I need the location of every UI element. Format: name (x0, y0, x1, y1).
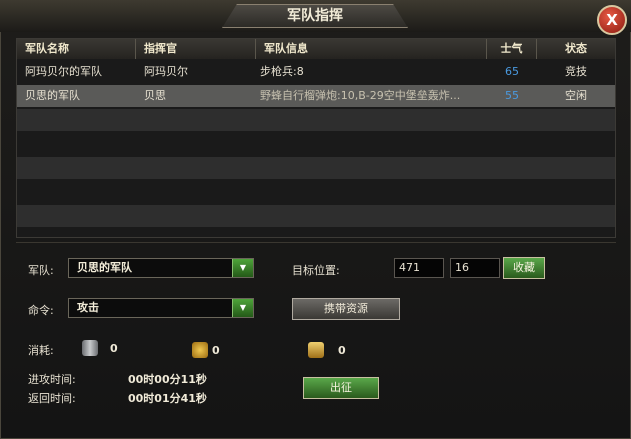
cost-2-value: 0 (212, 344, 220, 357)
oil-barrel-icon (82, 340, 98, 356)
coin-stack-icon (308, 342, 324, 358)
carry-resources-button[interactable]: 携带资源 (292, 298, 400, 320)
column-header-army-info: 军队信息 (256, 39, 487, 59)
army-select-value: 贝思的军队 (77, 261, 132, 274)
column-header-commander: 指挥官 (136, 39, 256, 59)
army-info-cell: 野蜂自行榴弹炮:10,B-29空中堡垒轰炸... (260, 89, 461, 102)
morale-cell: 55 (505, 89, 519, 102)
status-cell: 空闲 (565, 89, 587, 102)
return-time-value: 00时01分41秒 (128, 392, 207, 405)
morale-cell: 65 (505, 65, 519, 78)
army-name-cell: 贝思的军队 (25, 89, 80, 102)
divider (16, 242, 616, 243)
target-y-input[interactable]: 16 (450, 258, 500, 278)
window-title: 军队指挥 (222, 4, 408, 28)
cost-label: 消耗: (28, 344, 54, 357)
close-button[interactable]: X (597, 5, 627, 35)
army-info-cell: 步枪兵:8 (260, 65, 304, 78)
attack-time-label: 进攻时间: (28, 373, 76, 386)
army-label: 军队: (28, 264, 54, 277)
empty-row (17, 109, 615, 131)
army-name-cell: 阿玛贝尔的军队 (25, 65, 102, 78)
dropdown-arrow-icon[interactable]: ▼ (232, 259, 253, 277)
column-header-status: 状态 (565, 42, 587, 55)
empty-row (17, 205, 615, 227)
target-x-input[interactable]: 471 (394, 258, 444, 278)
cost-3-value: 0 (338, 344, 346, 357)
dropdown-arrow-icon[interactable]: ▼ (232, 299, 253, 317)
attack-time-value: 00时00分11秒 (128, 373, 207, 386)
status-cell: 竞技 (565, 65, 587, 78)
commander-cell: 阿玛贝尔 (144, 65, 188, 78)
bookmark-button[interactable]: 收藏 (503, 257, 545, 279)
gold-coin-icon (192, 342, 208, 358)
command-label: 命令: (28, 304, 54, 317)
column-header-morale: 士气 (487, 39, 537, 59)
table-row[interactable]: 阿玛贝尔的军队 阿玛贝尔 步枪兵:8 65 竞技 (17, 61, 615, 83)
command-select[interactable]: 攻击 ▼ (68, 298, 254, 318)
return-time-label: 返回时间: (28, 392, 76, 405)
target-label: 目标位置: (292, 264, 340, 277)
army-select[interactable]: 贝思的军队 ▼ (68, 258, 254, 278)
dispatch-button[interactable]: 出征 (303, 377, 379, 399)
empty-row (17, 181, 615, 203)
empty-row (17, 157, 615, 179)
army-table: 军队名称 指挥官 军队信息 士气 状态 阿玛贝尔的军队 阿玛贝尔 步枪兵:8 6… (16, 38, 616, 238)
column-header-army-name: 军队名称 (17, 39, 136, 59)
empty-row (17, 133, 615, 155)
cost-1-value: 0 (110, 342, 118, 355)
command-select-value: 攻击 (77, 301, 99, 314)
commander-cell: 贝思 (144, 89, 166, 102)
table-header: 军队名称 指挥官 军队信息 士气 状态 (17, 39, 615, 59)
title-bar: 军队指挥 (0, 0, 631, 32)
table-row-selected[interactable]: 贝思的军队 贝思 野蜂自行榴弹炮:10,B-29空中堡垒轰炸... 55 空闲 (17, 85, 615, 107)
